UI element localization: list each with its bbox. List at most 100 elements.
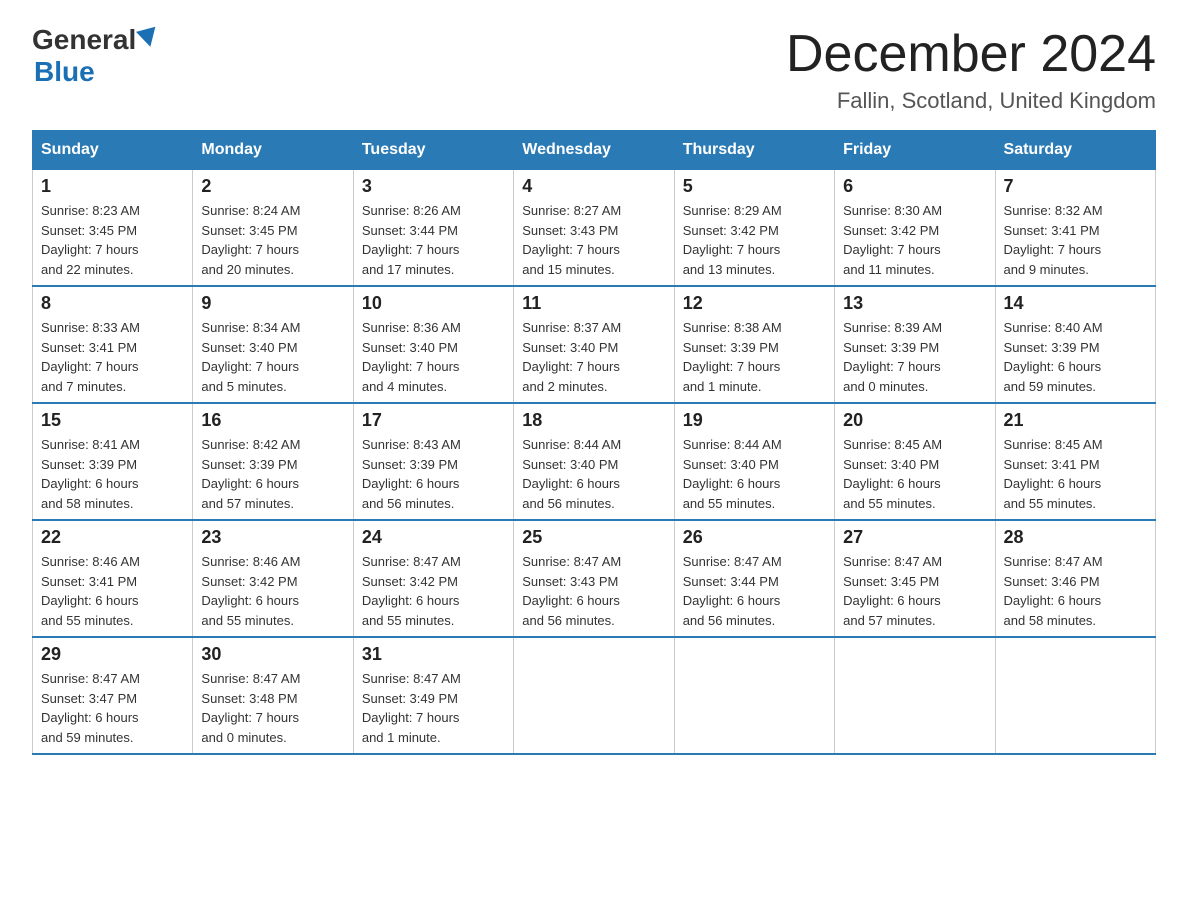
- day-number: 17: [362, 410, 505, 431]
- day-number: 1: [41, 176, 184, 197]
- title-block: December 2024 Fallin, Scotland, United K…: [786, 24, 1156, 114]
- day-info: Sunrise: 8:47 AMSunset: 3:49 PMDaylight:…: [362, 669, 505, 747]
- calendar-cell: 1Sunrise: 8:23 AMSunset: 3:45 PMDaylight…: [33, 170, 193, 287]
- day-number: 21: [1004, 410, 1147, 431]
- calendar-cell: 26 Sunrise: 8:47 AMSunset: 3:44 PMDayligh…: [674, 520, 834, 637]
- location-text: Fallin, Scotland, United Kingdom: [786, 88, 1156, 114]
- day-info: Sunrise: 8:45 AMSunset: 3:41 PMDaylight:…: [1004, 435, 1147, 513]
- day-info: Sunrise: 8:34 AMSunset: 3:40 PMDaylight:…: [201, 318, 344, 396]
- day-info: Sunrise: 8:32 AMSunset: 3:41 PMDaylight:…: [1004, 201, 1147, 279]
- calendar-cell: 21 Sunrise: 8:45 AMSunset: 3:41 PMDayligh…: [995, 403, 1155, 520]
- day-info: Sunrise: 8:38 AMSunset: 3:39 PMDaylight:…: [683, 318, 826, 396]
- day-info: Sunrise: 8:47 AMSunset: 3:43 PMDaylight:…: [522, 552, 665, 630]
- week-row-3: 15 Sunrise: 8:41 AMSunset: 3:39 PMDayligh…: [33, 403, 1156, 520]
- day-info: Sunrise: 8:27 AMSunset: 3:43 PMDaylight:…: [522, 201, 665, 279]
- calendar-cell: 20Sunrise: 8:45 AMSunset: 3:40 PMDayligh…: [835, 403, 995, 520]
- day-info: Sunrise: 8:24 AMSunset: 3:45 PMDaylight:…: [201, 201, 344, 279]
- col-header-thursday: Thursday: [674, 131, 834, 170]
- calendar-cell: 8 Sunrise: 8:33 AMSunset: 3:41 PMDaylight…: [33, 286, 193, 403]
- day-info: Sunrise: 8:47 AMSunset: 3:45 PMDaylight:…: [843, 552, 986, 630]
- week-row-4: 22Sunrise: 8:46 AMSunset: 3:41 PMDayligh…: [33, 520, 1156, 637]
- day-number: 3: [362, 176, 505, 197]
- day-number: 9: [201, 293, 344, 314]
- day-info: Sunrise: 8:45 AMSunset: 3:40 PMDaylight:…: [843, 435, 986, 513]
- calendar-cell: 4 Sunrise: 8:27 AMSunset: 3:43 PMDaylight…: [514, 170, 674, 287]
- page-header: General Blue December 2024 Fallin, Scotl…: [32, 24, 1156, 114]
- day-number: 13: [843, 293, 986, 314]
- calendar-cell: 6 Sunrise: 8:30 AMSunset: 3:42 PMDaylight…: [835, 170, 995, 287]
- day-number: 7: [1004, 176, 1147, 197]
- calendar-cell: 7 Sunrise: 8:32 AMSunset: 3:41 PMDaylight…: [995, 170, 1155, 287]
- calendar-table: SundayMondayTuesdayWednesdayThursdayFrid…: [32, 130, 1156, 755]
- day-info: Sunrise: 8:26 AMSunset: 3:44 PMDaylight:…: [362, 201, 505, 279]
- week-row-5: 29Sunrise: 8:47 AMSunset: 3:47 PMDayligh…: [33, 637, 1156, 754]
- day-info: Sunrise: 8:47 AMSunset: 3:44 PMDaylight:…: [683, 552, 826, 630]
- day-info: Sunrise: 8:37 AMSunset: 3:40 PMDaylight:…: [522, 318, 665, 396]
- day-info: Sunrise: 8:46 AMSunset: 3:41 PMDaylight:…: [41, 552, 184, 630]
- day-number: 14: [1004, 293, 1147, 314]
- day-info: Sunrise: 8:39 AMSunset: 3:39 PMDaylight:…: [843, 318, 986, 396]
- day-info: Sunrise: 8:47 AMSunset: 3:46 PMDaylight:…: [1004, 552, 1147, 630]
- col-header-sunday: Sunday: [33, 131, 193, 170]
- calendar-cell: 27 Sunrise: 8:47 AMSunset: 3:45 PMDayligh…: [835, 520, 995, 637]
- logo-blue-text: Blue: [34, 56, 95, 87]
- calendar-cell: [835, 637, 995, 754]
- day-info: Sunrise: 8:44 AMSunset: 3:40 PMDaylight:…: [522, 435, 665, 513]
- calendar-cell: 2 Sunrise: 8:24 AMSunset: 3:45 PMDaylight…: [193, 170, 353, 287]
- day-number: 29: [41, 644, 184, 665]
- day-number: 2: [201, 176, 344, 197]
- day-number: 23: [201, 527, 344, 548]
- calendar-cell: 19 Sunrise: 8:44 AMSunset: 3:40 PMDayligh…: [674, 403, 834, 520]
- week-row-1: 1Sunrise: 8:23 AMSunset: 3:45 PMDaylight…: [33, 170, 1156, 287]
- calendar-cell: 11 Sunrise: 8:37 AMSunset: 3:40 PMDayligh…: [514, 286, 674, 403]
- calendar-cell: [514, 637, 674, 754]
- calendar-cell: 24Sunrise: 8:47 AMSunset: 3:42 PMDayligh…: [353, 520, 513, 637]
- calendar-cell: 28Sunrise: 8:47 AMSunset: 3:46 PMDayligh…: [995, 520, 1155, 637]
- calendar-cell: 22Sunrise: 8:46 AMSunset: 3:41 PMDayligh…: [33, 520, 193, 637]
- calendar-cell: 17 Sunrise: 8:43 AMSunset: 3:39 PMDayligh…: [353, 403, 513, 520]
- calendar-cell: 25Sunrise: 8:47 AMSunset: 3:43 PMDayligh…: [514, 520, 674, 637]
- day-number: 6: [843, 176, 986, 197]
- calendar-header-row: SundayMondayTuesdayWednesdayThursdayFrid…: [33, 131, 1156, 170]
- day-number: 15: [41, 410, 184, 431]
- calendar-cell: 3 Sunrise: 8:26 AMSunset: 3:44 PMDaylight…: [353, 170, 513, 287]
- day-number: 19: [683, 410, 826, 431]
- day-number: 12: [683, 293, 826, 314]
- day-number: 26: [683, 527, 826, 548]
- day-info: Sunrise: 8:44 AMSunset: 3:40 PMDaylight:…: [683, 435, 826, 513]
- day-number: 11: [522, 293, 665, 314]
- calendar-cell: 9 Sunrise: 8:34 AMSunset: 3:40 PMDaylight…: [193, 286, 353, 403]
- day-info: Sunrise: 8:40 AMSunset: 3:39 PMDaylight:…: [1004, 318, 1147, 396]
- day-number: 27: [843, 527, 986, 548]
- month-title: December 2024: [786, 24, 1156, 84]
- col-header-saturday: Saturday: [995, 131, 1155, 170]
- calendar-cell: 15 Sunrise: 8:41 AMSunset: 3:39 PMDayligh…: [33, 403, 193, 520]
- col-header-tuesday: Tuesday: [353, 131, 513, 170]
- day-number: 5: [683, 176, 826, 197]
- week-row-2: 8 Sunrise: 8:33 AMSunset: 3:41 PMDaylight…: [33, 286, 1156, 403]
- col-header-wednesday: Wednesday: [514, 131, 674, 170]
- day-number: 10: [362, 293, 505, 314]
- calendar-cell: 16Sunrise: 8:42 AMSunset: 3:39 PMDayligh…: [193, 403, 353, 520]
- calendar-cell: 12 Sunrise: 8:38 AMSunset: 3:39 PMDayligh…: [674, 286, 834, 403]
- day-info: Sunrise: 8:33 AMSunset: 3:41 PMDaylight:…: [41, 318, 184, 396]
- day-number: 4: [522, 176, 665, 197]
- day-info: Sunrise: 8:36 AMSunset: 3:40 PMDaylight:…: [362, 318, 505, 396]
- day-info: Sunrise: 8:30 AMSunset: 3:42 PMDaylight:…: [843, 201, 986, 279]
- logo-triangle-icon: [136, 27, 160, 50]
- day-info: Sunrise: 8:46 AMSunset: 3:42 PMDaylight:…: [201, 552, 344, 630]
- calendar-cell: 31Sunrise: 8:47 AMSunset: 3:49 PMDayligh…: [353, 637, 513, 754]
- day-info: Sunrise: 8:43 AMSunset: 3:39 PMDaylight:…: [362, 435, 505, 513]
- day-number: 8: [41, 293, 184, 314]
- day-number: 24: [362, 527, 505, 548]
- logo: General Blue: [32, 24, 158, 88]
- calendar-cell: 18 Sunrise: 8:44 AMSunset: 3:40 PMDayligh…: [514, 403, 674, 520]
- day-info: Sunrise: 8:42 AMSunset: 3:39 PMDaylight:…: [201, 435, 344, 513]
- logo-general-text: General: [32, 24, 136, 56]
- day-info: Sunrise: 8:41 AMSunset: 3:39 PMDaylight:…: [41, 435, 184, 513]
- calendar-cell: 10 Sunrise: 8:36 AMSunset: 3:40 PMDayligh…: [353, 286, 513, 403]
- day-number: 18: [522, 410, 665, 431]
- day-number: 30: [201, 644, 344, 665]
- calendar-cell: 5Sunrise: 8:29 AMSunset: 3:42 PMDaylight…: [674, 170, 834, 287]
- calendar-cell: 30Sunrise: 8:47 AMSunset: 3:48 PMDayligh…: [193, 637, 353, 754]
